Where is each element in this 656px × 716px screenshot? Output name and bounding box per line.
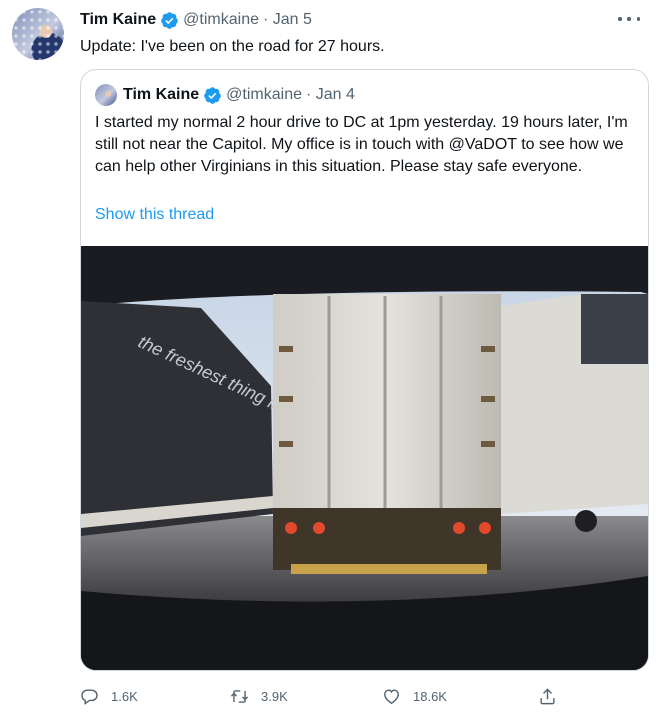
reply-count: 1.6K: [111, 688, 138, 704]
quoted-header: Tim Kaine @timkaine · Jan 4: [95, 84, 355, 106]
retweet-button[interactable]: 3.9K: [230, 683, 288, 709]
tweet-photo[interactable]: the freshest thing in fresh mushrooms: [81, 246, 648, 670]
like-count: 18.6K: [413, 688, 447, 704]
retweet-icon: [230, 689, 249, 703]
tweet-header: Tim Kaine @timkaine · Jan 5: [80, 9, 312, 31]
reply-button[interactable]: 1.6K: [80, 683, 138, 709]
quoted-handle: @timkaine: [226, 86, 302, 103]
verified-badge-icon: [161, 11, 178, 29]
quoted-avatar: [95, 84, 117, 106]
quoted-author-name: Tim Kaine: [123, 86, 200, 103]
like-button[interactable]: 18.6K: [382, 683, 447, 709]
author-handle[interactable]: @timkaine: [183, 11, 259, 29]
reply-icon: [81, 688, 98, 705]
quoted-date: · Jan 4: [306, 86, 355, 103]
verified-badge-icon: [204, 86, 221, 104]
share-icon: [540, 687, 555, 704]
author-avatar[interactable]: [12, 8, 64, 60]
author-name[interactable]: Tim Kaine: [80, 11, 156, 29]
tweet-actions: 1.6K 3.9K 18.6K: [80, 683, 560, 709]
traffic-jam-photo: the freshest thing in fresh mushrooms: [81, 246, 648, 670]
tweet-text: Update: I've been on the road for 27 hou…: [80, 38, 385, 55]
quoted-text: I started my normal 2 hour drive to DC a…: [95, 114, 628, 175]
share-button[interactable]: [538, 683, 557, 709]
more-icon[interactable]: [618, 10, 640, 28]
show-thread-link[interactable]: Show this thread: [95, 206, 214, 224]
quoted-tweet[interactable]: Tim Kaine @timkaine · Jan 4 I started my…: [80, 69, 649, 671]
like-icon: [384, 688, 399, 704]
tweet-date[interactable]: · Jan 5: [263, 11, 312, 29]
retweet-count: 3.9K: [261, 688, 288, 704]
